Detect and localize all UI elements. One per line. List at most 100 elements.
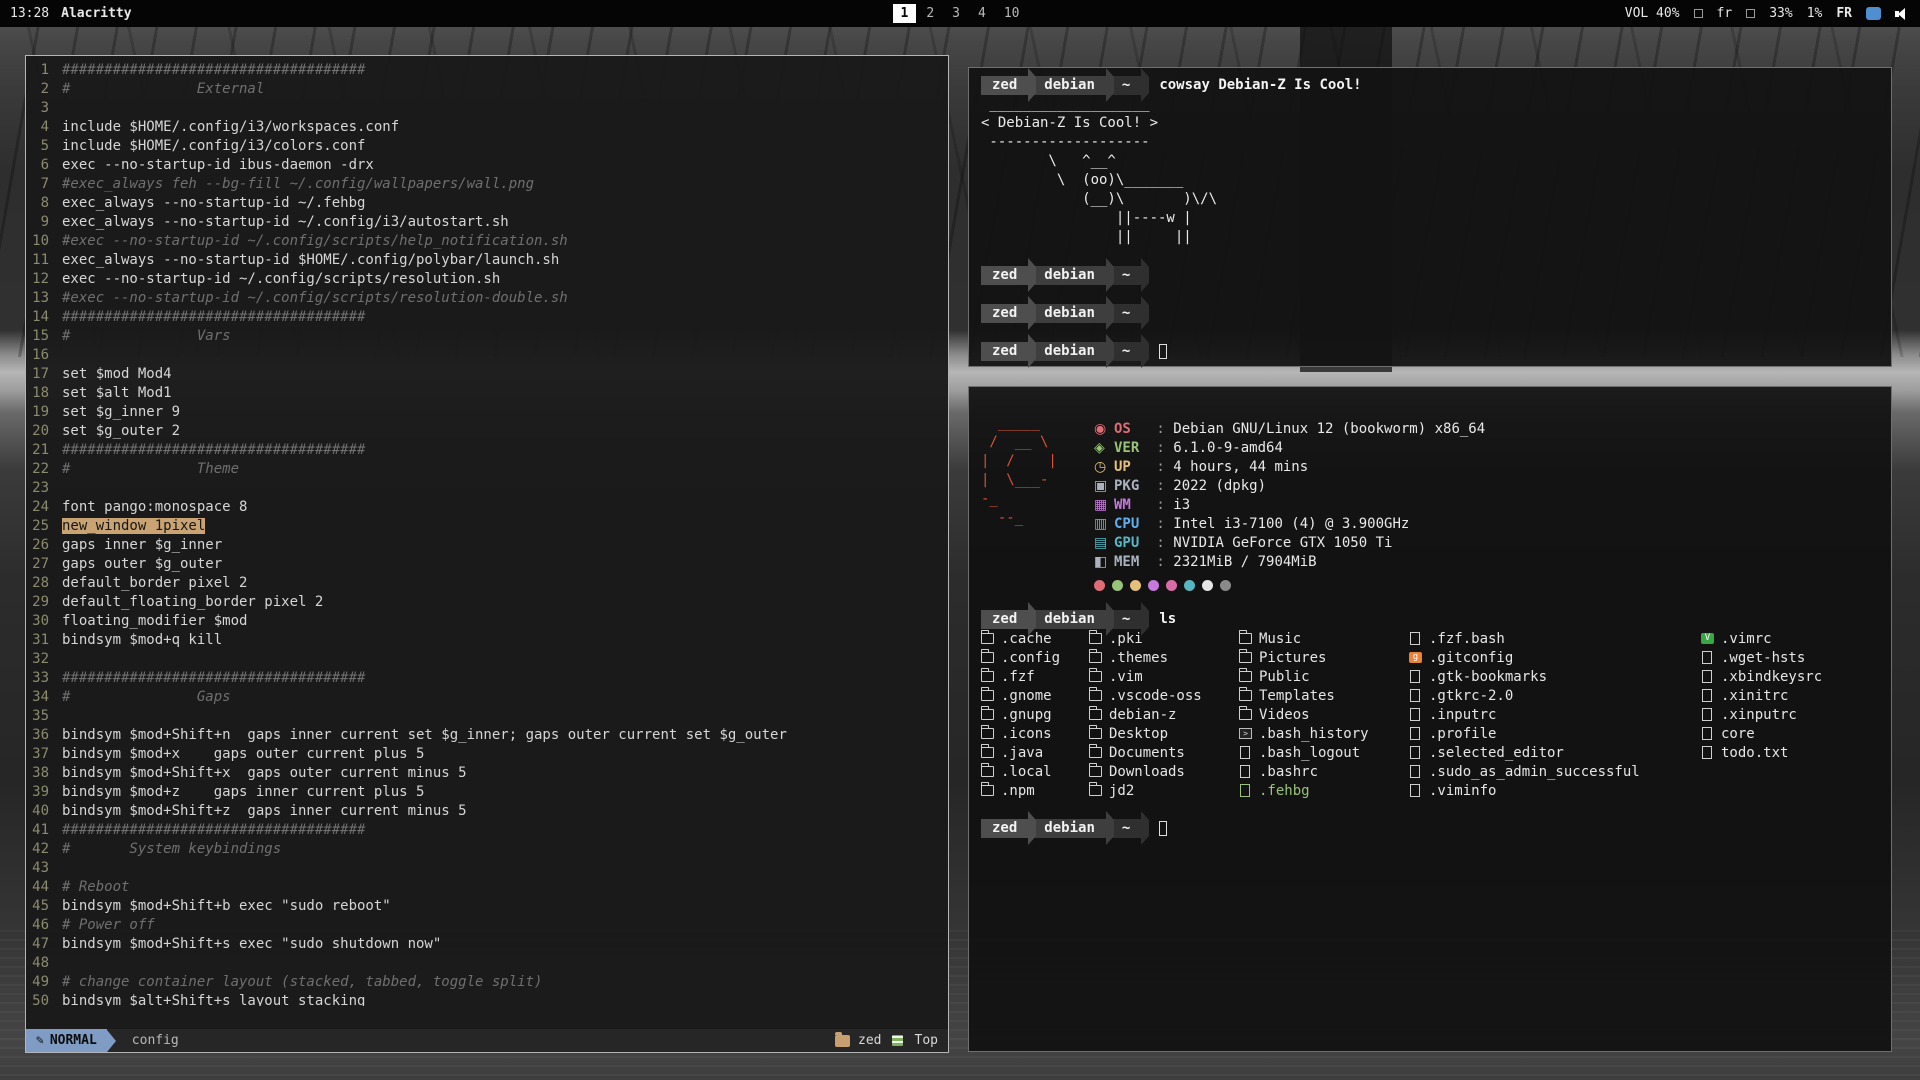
file-name: .xinputrc: [1721, 707, 1797, 723]
code-line-40[interactable]: 40bindsym $mod+Shift+z gaps inner curren…: [30, 802, 944, 821]
palette-dot: [1148, 580, 1159, 591]
code-line-16[interactable]: 16: [30, 346, 944, 365]
code-line-11[interactable]: 11exec_always --no-startup-id $HOME/.con…: [30, 251, 944, 270]
code-line-6[interactable]: 6exec --no-startup-id ibus-daemon -drx: [30, 156, 944, 175]
code-line-21[interactable]: 21####################################: [30, 441, 944, 460]
code-line-34[interactable]: 34# Gaps: [30, 688, 944, 707]
vim-icon: [1701, 633, 1714, 644]
code-line-24[interactable]: 24font pango:monospace 8: [30, 498, 944, 517]
code-line-48[interactable]: 48: [30, 954, 944, 973]
code-line-8[interactable]: 8exec_always --no-startup-id ~/.fehbg: [30, 194, 944, 213]
workspace-button-2[interactable]: 2: [918, 4, 942, 23]
code-line-22[interactable]: 22# Theme: [30, 460, 944, 479]
code-line-18[interactable]: 18set $alt Mod1: [30, 384, 944, 403]
folder-icon: [1089, 766, 1102, 777]
code-line-32[interactable]: 32: [30, 650, 944, 669]
file-name: core: [1721, 726, 1755, 742]
code-line-45[interactable]: 45bindsym $mod+Shift+b exec "sudo reboot…: [30, 897, 944, 916]
neofetch-label: VER: [1114, 439, 1148, 458]
line-number: 39: [30, 783, 62, 802]
prompt-user: zed: [981, 819, 1028, 838]
code-line-25[interactable]: 25new_window 1pixel: [30, 517, 944, 536]
ls-column: .vimrc.wget-hsts.xbindkeysrc.xinitrc.xin…: [1701, 629, 1879, 800]
cowsay-output: ___________________ < Debian-Z Is Cool! …: [981, 95, 1879, 247]
code-line-1[interactable]: 1####################################: [30, 61, 944, 80]
workspace-button-4[interactable]: 4: [970, 4, 994, 23]
code-line-50[interactable]: 50bindsym $alt+Shift+s layout stacking: [30, 992, 944, 1006]
code-line-36[interactable]: 36bindsym $mod+Shift+n gaps inner curren…: [30, 726, 944, 745]
code-line-43[interactable]: 43: [30, 859, 944, 878]
code-line-17[interactable]: 17set $mod Mod4: [30, 365, 944, 384]
line-number: 43: [30, 859, 62, 878]
code-line-49[interactable]: 49# change container layout (stacked, ta…: [30, 973, 944, 992]
code-line-38[interactable]: 38bindsym $mod+Shift+x gaps outer curren…: [30, 764, 944, 783]
code-line-42[interactable]: 42# System keybindings: [30, 840, 944, 859]
neofetch-value: 4 hours, 44 mins: [1173, 459, 1308, 475]
code-line-29[interactable]: 29default_floating_border pixel 2: [30, 593, 944, 612]
workspace-button-10[interactable]: 10: [996, 4, 1028, 23]
code-text: default_floating_border pixel 2: [62, 593, 323, 612]
line-number: 21: [30, 441, 62, 460]
code-line-4[interactable]: 4include $HOME/.config/i3/workspaces.con…: [30, 118, 944, 137]
ls-item: Music: [1239, 629, 1409, 648]
file-name: .gnupg: [1001, 707, 1052, 723]
code-line-7[interactable]: 7#exec_always feh --bg-fill ~/.config/wa…: [30, 175, 944, 194]
code-line-20[interactable]: 20set $g_outer 2: [30, 422, 944, 441]
code-line-27[interactable]: 27gaps outer $g_outer: [30, 555, 944, 574]
file-name: .bashrc: [1259, 764, 1318, 780]
code-line-23[interactable]: 23: [30, 479, 944, 498]
code-line-10[interactable]: 10#exec --no-startup-id ~/.config/script…: [30, 232, 944, 251]
typed-command: ls: [1159, 610, 1176, 629]
pkg-icon: ▣: [1094, 477, 1114, 496]
code-line-2[interactable]: 2# External: [30, 80, 944, 99]
shell-prompt: zeddebian~: [981, 342, 1149, 361]
speaker-icon[interactable]: [1895, 7, 1910, 20]
os-icon: ◉: [1094, 420, 1114, 439]
workspace-button-3[interactable]: 3: [944, 4, 968, 23]
code-text: set $alt Mod1: [62, 384, 172, 403]
workspace-button-1[interactable]: 1: [893, 4, 917, 23]
file-name: .bash_history: [1259, 726, 1369, 742]
vim-scroll-position: Top: [915, 1033, 938, 1048]
code-line-41[interactable]: 41####################################: [30, 821, 944, 840]
code-line-5[interactable]: 5include $HOME/.config/i3/colors.conf: [30, 137, 944, 156]
code-line-46[interactable]: 46# Power off: [30, 916, 944, 935]
vim-editor-window[interactable]: 1####################################2# …: [25, 55, 949, 1053]
folder-icon: [981, 785, 994, 796]
code-area[interactable]: 1####################################2# …: [26, 56, 948, 1006]
code-line-15[interactable]: 15# Vars: [30, 327, 944, 346]
code-line-28[interactable]: 28default_border pixel 2: [30, 574, 944, 593]
vim-mode: NORMAL: [50, 1033, 97, 1048]
ls-item: .xbindkeysrc: [1701, 667, 1879, 686]
ls-column: .cache.config.fzf.gnome.gnupg.icons.java…: [981, 629, 1089, 800]
file-icon: [1410, 670, 1420, 683]
file-name: Pictures: [1259, 650, 1326, 666]
code-line-31[interactable]: 31bindsym $mod+q kill: [30, 631, 944, 650]
code-line-3[interactable]: 3: [30, 99, 944, 118]
code-line-39[interactable]: 39bindsym $mod+z gaps inner current plus…: [30, 783, 944, 802]
powerline-arrow-icon: [1106, 258, 1114, 292]
code-line-13[interactable]: 13#exec --no-startup-id ~/.config/script…: [30, 289, 944, 308]
code-line-33[interactable]: 33####################################: [30, 669, 944, 688]
code-line-37[interactable]: 37bindsym $mod+x gaps outer current plus…: [30, 745, 944, 764]
terminal-cowsay-window[interactable]: zeddebian~ cowsay Debian-Z Is Cool! ____…: [968, 67, 1892, 367]
powerline-arrow-icon: [1028, 296, 1036, 330]
file-name: .xbindkeysrc: [1721, 669, 1822, 685]
code-line-30[interactable]: 30floating_modifier $mod: [30, 612, 944, 631]
code-line-26[interactable]: 26gaps inner $g_inner: [30, 536, 944, 555]
code-line-47[interactable]: 47bindsym $mod+Shift+s exec "sudo shutdo…: [30, 935, 944, 954]
code-line-19[interactable]: 19set $g_inner 9: [30, 403, 944, 422]
code-line-14[interactable]: 14####################################: [30, 308, 944, 327]
ls-item: .config: [981, 648, 1089, 667]
line-number: 46: [30, 916, 62, 935]
code-line-12[interactable]: 12exec --no-startup-id ~/.config/scripts…: [30, 270, 944, 289]
separator: :: [1148, 440, 1173, 456]
line-number: 7: [30, 175, 62, 194]
code-line-9[interactable]: 9exec_always --no-startup-id ~/.config/i…: [30, 213, 944, 232]
file-icon: [1410, 708, 1420, 721]
terminal-neofetch-window[interactable]: _____ / __ \ | / | | \___- -_ --_ ◉OS : …: [968, 386, 1892, 1052]
code-text: exec_always --no-startup-id $HOME/.confi…: [62, 251, 559, 270]
code-line-35[interactable]: 35: [30, 707, 944, 726]
code-line-44[interactable]: 44# Reboot: [30, 878, 944, 897]
code-text: exec_always --no-startup-id ~/.config/i3…: [62, 213, 509, 232]
